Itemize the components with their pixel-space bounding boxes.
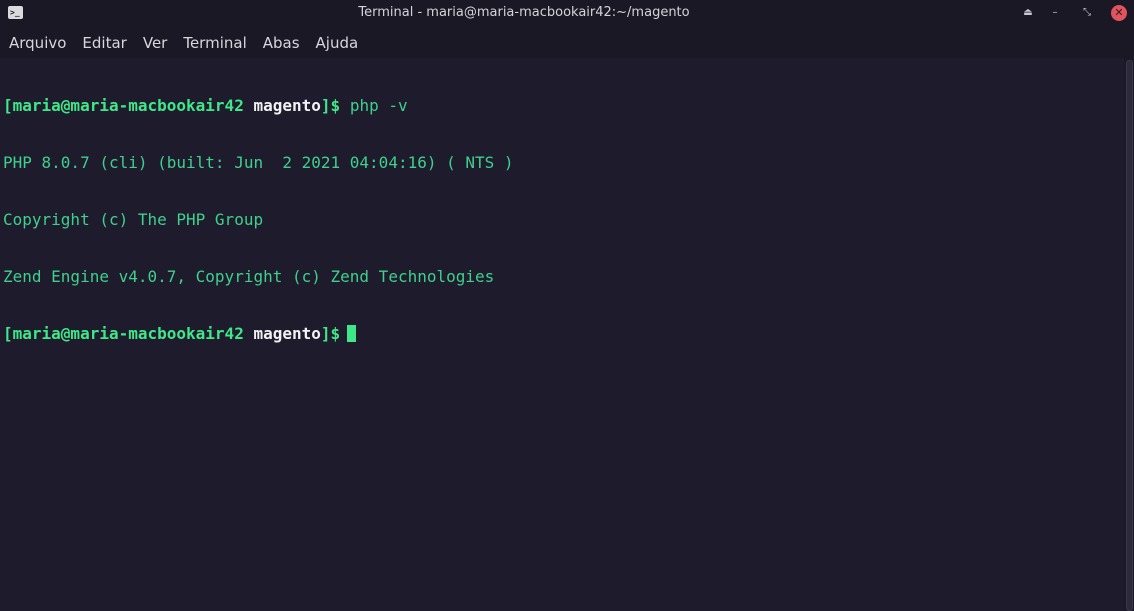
prompt-suffix: ]$	[320, 96, 341, 115]
terminal-output-area[interactable]: [maria@maria-macbookair42 magento]$ php …	[0, 58, 1124, 611]
close-button[interactable]: ✕	[1111, 5, 1127, 21]
minimize-icon: –	[1052, 7, 1058, 18]
menu-bar: Arquivo Editar Ver Terminal Abas Ajuda	[0, 28, 1134, 58]
eject-icon: ⏏	[1023, 7, 1033, 18]
terminal-output-line: Zend Engine v4.0.7, Copyright (c) Zend T…	[3, 267, 495, 286]
terminal-line-prompt: [maria@maria-macbookair42 magento]$ php …	[3, 96, 514, 115]
title-bar[interactable]: >_ Terminal - maria@maria-macbookair42:~…	[0, 0, 1134, 26]
window-title: Terminal - maria@maria-macbookair42:~/ma…	[358, 5, 690, 20]
maximize-icon: ⤡	[1083, 7, 1091, 18]
prompt-directory: magento	[253, 96, 321, 115]
menu-terminal[interactable]: Terminal	[175, 28, 254, 58]
prompt-directory: magento	[253, 324, 321, 343]
terminal-line-prompt: [maria@maria-macbookair42 magento]$	[3, 324, 514, 343]
menu-arquivo[interactable]: Arquivo	[0, 28, 74, 58]
minimize-button[interactable]: –	[1047, 5, 1063, 21]
entered-command: php -v	[349, 96, 408, 115]
maximize-button[interactable]: ⤡	[1079, 5, 1095, 21]
text-cursor	[347, 325, 357, 342]
terminal-output-line: PHP 8.0.7 (cli) (built: Jun 2 2021 04:04…	[3, 153, 514, 172]
menu-ajuda[interactable]: Ajuda	[308, 28, 367, 58]
scrollbar-thumb[interactable]	[1126, 60, 1133, 611]
keep-above-button[interactable]: ⏏	[1020, 5, 1036, 21]
terminal-output-line: Copyright (c) The PHP Group	[3, 210, 264, 229]
prompt-user-host: [maria@maria-macbookair42	[3, 324, 244, 343]
menu-abas[interactable]: Abas	[255, 28, 308, 58]
close-icon: ✕	[1114, 6, 1124, 19]
prompt-suffix: ]$	[320, 324, 341, 343]
menu-editar[interactable]: Editar	[74, 28, 134, 58]
menu-ver[interactable]: Ver	[135, 28, 176, 58]
prompt-user-host: [maria@maria-macbookair42	[3, 96, 244, 115]
vertical-scrollbar[interactable]	[1124, 58, 1134, 611]
terminal-window: >_ Terminal - maria@maria-macbookair42:~…	[0, 0, 1134, 611]
